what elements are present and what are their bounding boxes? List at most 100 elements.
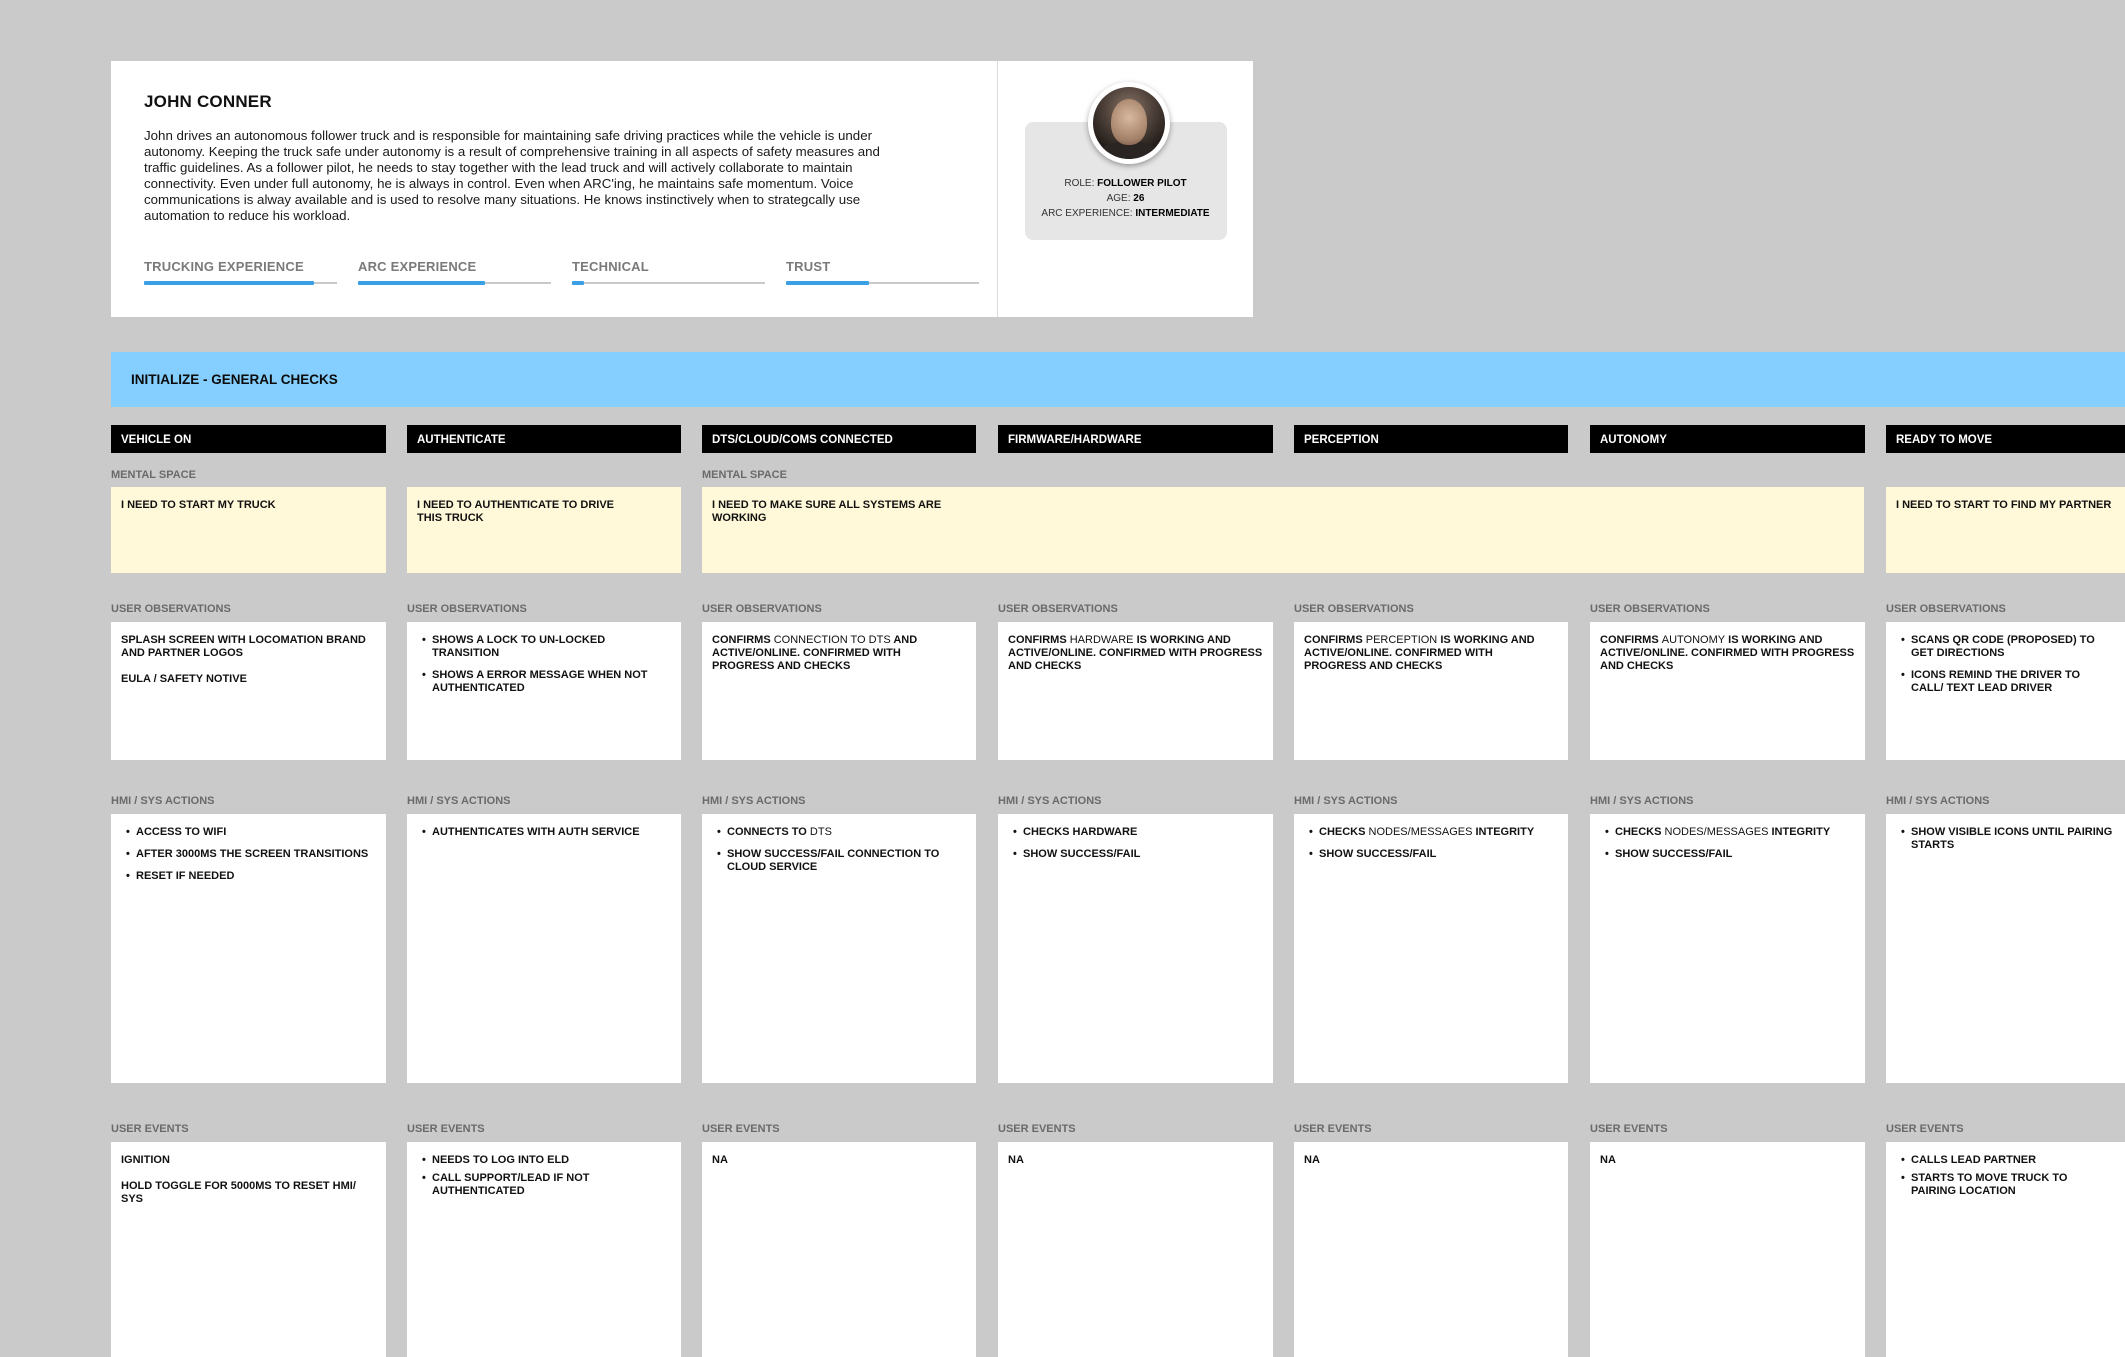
list-item: ACCESS TO WIFI <box>121 826 376 839</box>
list-item: SCANS QR CODE (PROPOSED) TO GET DIRECTIO… <box>1896 634 2115 660</box>
event-text: NA <box>1008 1154 1024 1166</box>
event-card: NA <box>998 1142 1273 1357</box>
event-text: NA <box>712 1154 728 1166</box>
section-label-observations: USER OBSERVATIONS <box>111 603 231 615</box>
action-list: ACCESS TO WIFI AFTER 3000MS THE SCREEN T… <box>121 826 376 883</box>
action-card: AUTHENTICATES WITH AUTH SERVICE <box>407 814 681 1083</box>
role-label: ROLE: <box>1064 178 1095 189</box>
section-label-observations: USER OBSERVATIONS <box>1886 603 2006 615</box>
meter-fill <box>358 281 486 285</box>
meter-fill <box>144 281 314 285</box>
action-list: CONNECTS TO DTS SHOW SUCCESS/FAIL CONNEC… <box>712 826 966 874</box>
section-label-mental: MENTAL SPACE <box>702 469 787 481</box>
mental-note: I NEED TO START TO FIND MY PARTNER <box>1886 487 2125 573</box>
avatar-face <box>1111 99 1147 145</box>
observation-card: SHOWS A LOCK TO UN-LOCKED TRANSITION SHO… <box>407 622 681 760</box>
stage-title: INITIALIZE - GENERAL CHECKS <box>131 372 338 387</box>
list-item: SHOW SUCCESS/FAIL <box>1008 848 1263 861</box>
list-item: STARTS TO MOVE TRUCK TO PAIRING LOCATION <box>1896 1172 2115 1198</box>
profile-role: ROLE: FOLLOWER PILOT <box>998 176 1253 191</box>
event-card: NA <box>702 1142 976 1357</box>
meter-fill <box>786 281 869 285</box>
action-text: CONNECTS TO <box>727 826 807 838</box>
column-header-autonomy: AUTONOMY <box>1590 425 1865 453</box>
event-list: CALLS LEAD PARTNER STARTS TO MOVE TRUCK … <box>1896 1154 2115 1198</box>
event-text: IGNITION <box>121 1154 170 1166</box>
list-item: CALLS LEAD PARTNER <box>1896 1154 2115 1167</box>
meter-arc-experience: ARC EXPERIENCE <box>358 259 551 285</box>
meter-technical: TECHNICAL <box>572 259 765 285</box>
arc-label: ARC EXPERIENCE: <box>1041 208 1133 219</box>
age-value: 26 <box>1133 193 1145 204</box>
list-item: SHOW SUCCESS/FAIL <box>1304 848 1558 861</box>
meter-label: TRUST <box>786 259 831 274</box>
observation-highlight: HARDWARE <box>1069 634 1134 646</box>
column-header-authenticate: AUTHENTICATE <box>407 425 681 453</box>
action-highlight: DTS <box>809 826 832 838</box>
event-card: IGNITION HOLD TOGGLE FOR 5000MS TO RESET… <box>111 1142 386 1357</box>
section-label-actions: HMI / SYS ACTIONS <box>407 795 511 807</box>
meter-track <box>358 281 551 285</box>
profile-arc: ARC EXPERIENCE: INTERMEDIATE <box>998 206 1253 221</box>
meter-trucking-experience: TRUCKING EXPERIENCE <box>144 259 337 285</box>
list-item: SHOWS A ERROR MESSAGE WHEN NOT AUTHENTIC… <box>417 669 671 695</box>
observation-highlight: AUTONOMY <box>1661 634 1726 646</box>
profile-age: AGE: 26 <box>998 191 1253 206</box>
action-card: CHECKS NODES/MESSAGES INTEGRITY SHOW SUC… <box>1590 814 1865 1083</box>
action-card: CHECKS NODES/MESSAGES INTEGRITY SHOW SUC… <box>1294 814 1568 1083</box>
list-item: RESET IF NEEDED <box>121 870 376 883</box>
action-text: INTEGRITY <box>1771 826 1831 838</box>
section-label-actions: HMI / SYS ACTIONS <box>1886 795 1990 807</box>
section-label-events: USER EVENTS <box>1294 1123 1372 1135</box>
section-label-observations: USER OBSERVATIONS <box>1590 603 1710 615</box>
list-item: CHECKS NODES/MESSAGES INTEGRITY <box>1304 826 1558 839</box>
meter-label: ARC EXPERIENCE <box>358 259 477 274</box>
observation-card: SCANS QR CODE (PROPOSED) TO GET DIRECTIO… <box>1886 622 2125 760</box>
section-label-observations: USER OBSERVATIONS <box>1294 603 1414 615</box>
list-item: SHOW SUCCESS/FAIL CONNECTION TO CLOUD SE… <box>712 848 966 874</box>
meter-label: TRUCKING EXPERIENCE <box>144 259 304 274</box>
list-item: ICONS REMIND THE DRIVER TO CALL/ TEXT LE… <box>1896 669 2115 695</box>
section-label-actions: HMI / SYS ACTIONS <box>998 795 1102 807</box>
event-text: HOLD TOGGLE FOR 5000MS TO RESET HMI/ SYS <box>121 1180 356 1205</box>
action-card: CHECKS HARDWARE SHOW SUCCESS/FAIL <box>998 814 1273 1083</box>
stage-header: INITIALIZE - GENERAL CHECKS <box>111 352 2125 407</box>
mental-note: I NEED TO MAKE SURE ALL SYSTEMS ARE WORK… <box>702 487 1864 573</box>
section-label-actions: HMI / SYS ACTIONS <box>1294 795 1398 807</box>
observation-list: SCANS QR CODE (PROPOSED) TO GET DIRECTIO… <box>1896 634 2115 695</box>
observation-text: CONFIRMS <box>1600 634 1659 646</box>
section-label-observations: USER OBSERVATIONS <box>998 603 1118 615</box>
list-item: NEEDS TO LOG INTO ELD <box>417 1154 671 1167</box>
column-header-dts-cloud: DTS/CLOUD/COMS CONNECTED <box>702 425 976 453</box>
persona-profile: ROLE: FOLLOWER PILOT AGE: 26 ARC EXPERIE… <box>998 61 1253 317</box>
avatar <box>1088 82 1170 164</box>
observation-list: SHOWS A LOCK TO UN-LOCKED TRANSITION SHO… <box>417 634 671 695</box>
list-item: SHOWS A LOCK TO UN-LOCKED TRANSITION <box>417 634 671 660</box>
section-label-events: USER EVENTS <box>111 1123 189 1135</box>
observation-text: CONFIRMS <box>1304 634 1363 646</box>
event-card: NEEDS TO LOG INTO ELD CALL SUPPORT/LEAD … <box>407 1142 681 1357</box>
persona-bio: John drives an autonomous follower truck… <box>144 128 880 223</box>
action-list: CHECKS NODES/MESSAGES INTEGRITY SHOW SUC… <box>1304 826 1558 861</box>
section-label-actions: HMI / SYS ACTIONS <box>1590 795 1694 807</box>
avatar-photo <box>1093 87 1165 159</box>
section-label-mental: MENTAL SPACE <box>111 469 196 481</box>
mental-note: I NEED TO AUTHENTICATE TO DRIVE THIS TRU… <box>407 487 681 573</box>
list-item: CHECKS HARDWARE <box>1008 826 1263 839</box>
list-item: CONNECTS TO DTS <box>712 826 966 839</box>
event-text: NA <box>1304 1154 1320 1166</box>
event-card: NA <box>1294 1142 1568 1357</box>
mental-note: I NEED TO START MY TRUCK <box>111 487 386 573</box>
column-header-vehicle-on: VEHICLE ON <box>111 425 386 453</box>
column-header-firmware: FIRMWARE/HARDWARE <box>998 425 1273 453</box>
section-label-actions: HMI / SYS ACTIONS <box>111 795 215 807</box>
list-item: AFTER 3000MS THE SCREEN TRANSITIONS <box>121 848 376 861</box>
persona-card: JOHN CONNER John drives an autonomous fo… <box>111 61 1253 317</box>
action-list: AUTHENTICATES WITH AUTH SERVICE <box>417 826 671 839</box>
action-text: CHECKS <box>1615 826 1662 838</box>
action-text: CHECKS <box>1319 826 1366 838</box>
age-label: AGE: <box>1106 193 1131 204</box>
section-label-events: USER EVENTS <box>998 1123 1076 1135</box>
observation-card: CONFIRMS HARDWARE IS WORKING AND ACTIVE/… <box>998 622 1273 760</box>
list-item: SHOW VISIBLE ICONS UNTIL PAIRING STARTS <box>1896 826 2115 852</box>
